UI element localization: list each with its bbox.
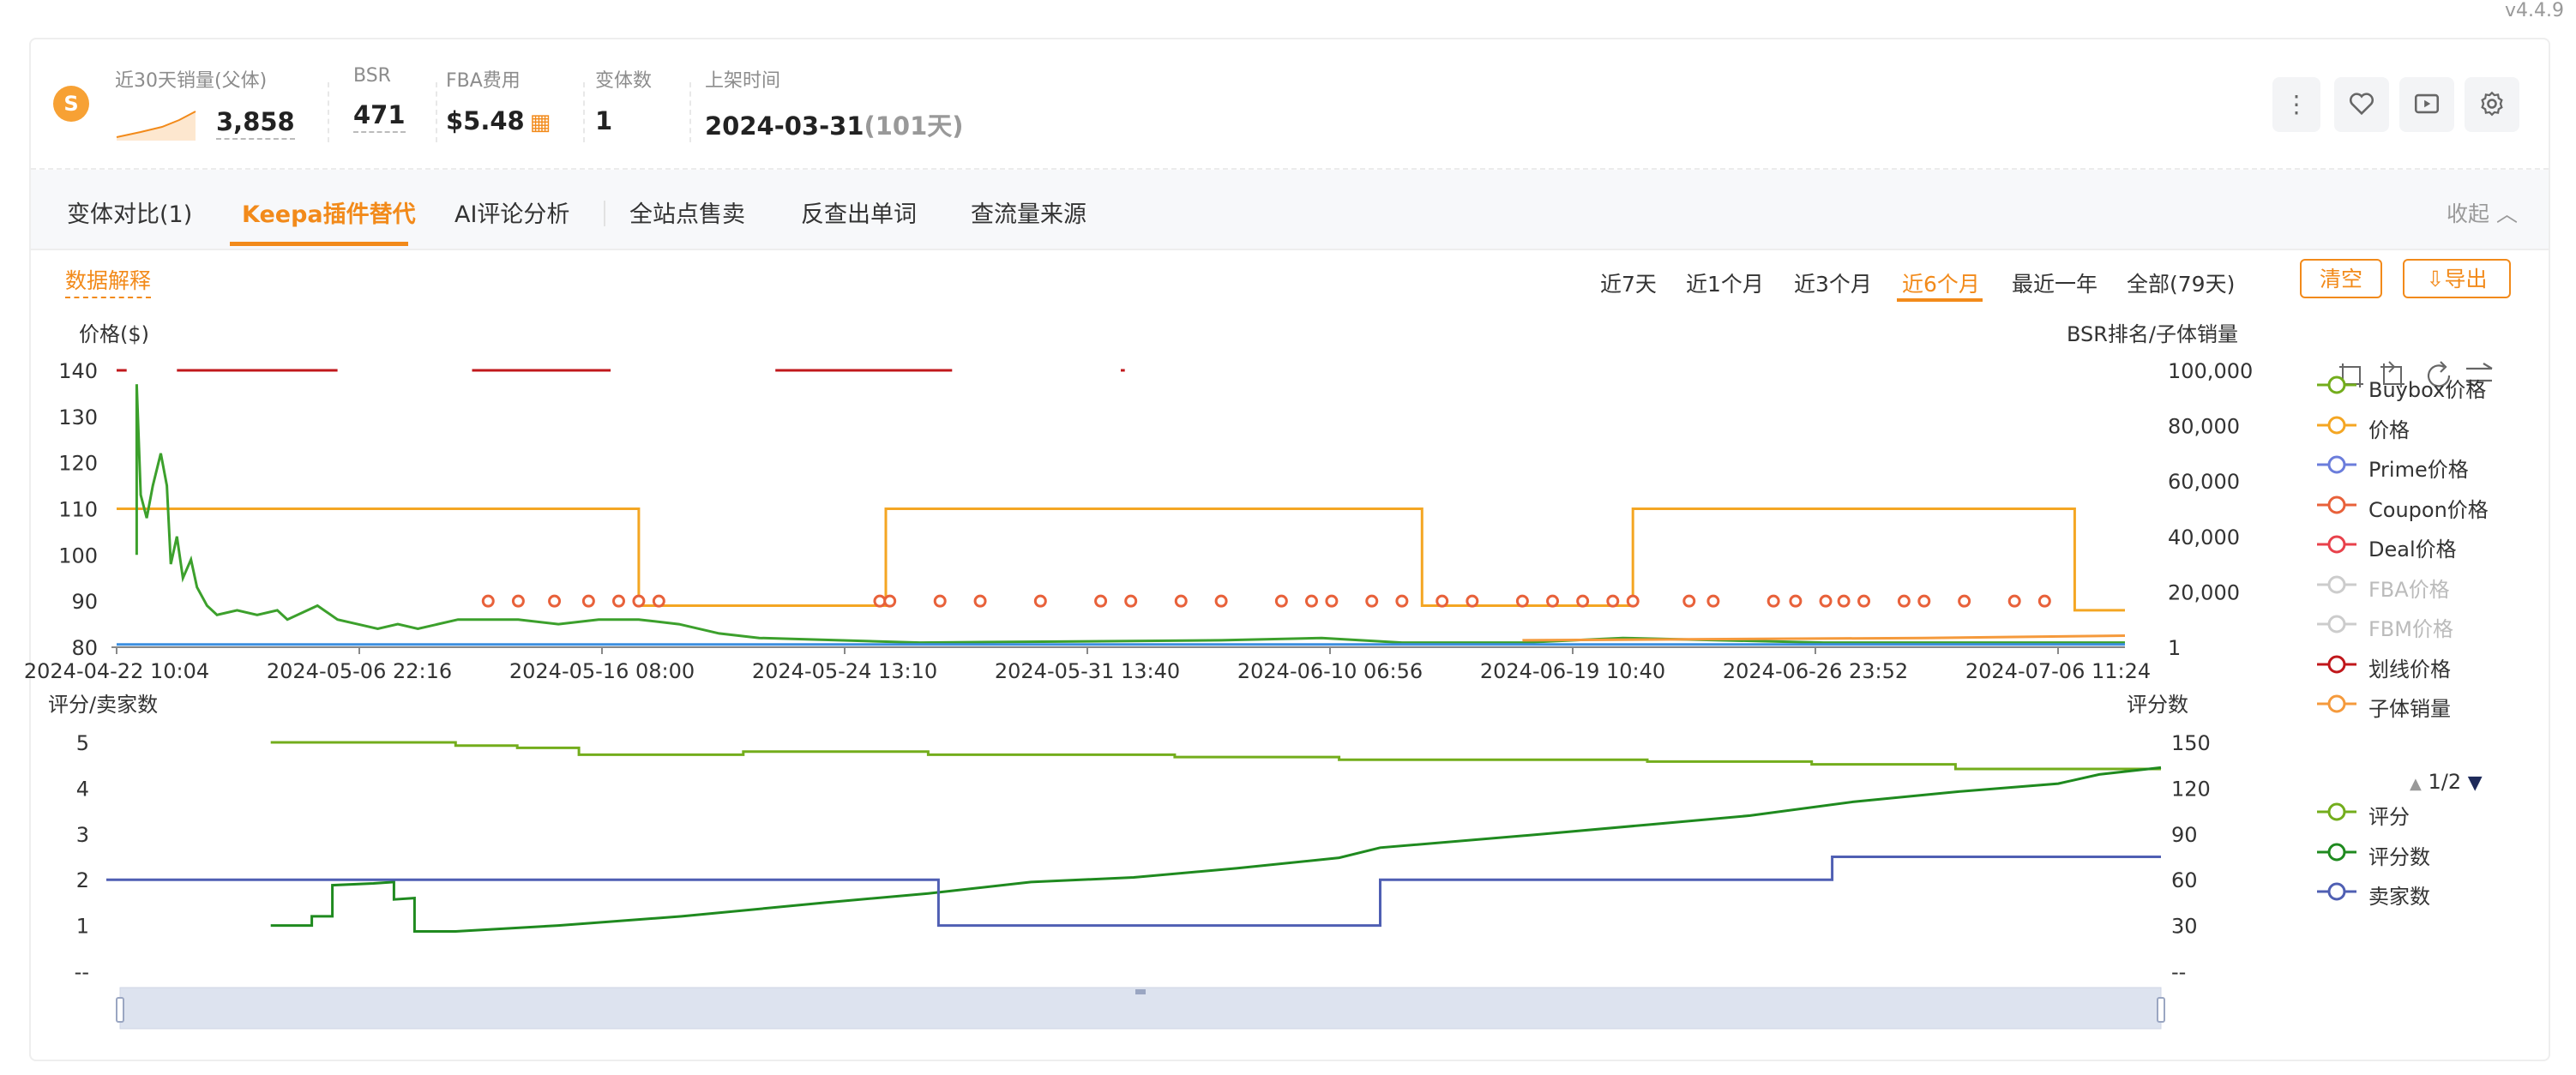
coupon-point [973, 594, 987, 608]
keepa-chart: 价格($) BSR排名/子体销量1401301201101009080100,00… [24, 322, 2253, 1030]
coupon-point [1094, 594, 1108, 608]
coupon-point [511, 594, 525, 608]
x-tick-label: 2024-06-19 10:40 [1480, 659, 1665, 683]
y-tick-label: 120 [58, 452, 98, 476]
coupon-point [1124, 594, 1138, 608]
y-tick-label: 5 [76, 731, 89, 755]
coupon-point [1857, 594, 1871, 608]
coupon-point [1466, 594, 1479, 608]
y-tick-label: 130 [58, 405, 98, 429]
coupon-point [1576, 594, 1590, 608]
coupon-point [1435, 594, 1449, 608]
x-tick-label: 2024-04-22 10:04 [24, 659, 209, 683]
y-tick-label: 1 [76, 915, 89, 939]
coupon-point [1837, 594, 1851, 608]
coupon-point [873, 594, 887, 608]
y-tick-label: 3 [76, 823, 89, 847]
coupon-point [1897, 594, 1911, 608]
coupon-point [1304, 594, 1318, 608]
coupon-point [1626, 594, 1640, 608]
y-tick-label: 4 [76, 777, 89, 801]
y-tick-label: 140 [58, 359, 98, 383]
coupon-point [1174, 594, 1188, 608]
y-axis-title: 评分/卖家数 [48, 693, 158, 717]
coupon-point [883, 594, 897, 608]
y-axis-title: 价格($) [79, 322, 149, 346]
coupon-point [581, 594, 595, 608]
coupon-point [1274, 594, 1288, 608]
y2-tick-label: 150 [2171, 731, 2211, 755]
y-tick-label: 2 [76, 868, 89, 892]
x-tick-label: 2024-05-06 22:16 [267, 659, 452, 683]
y-tick-label: -- [75, 960, 89, 984]
y2-tick-label: 60,000 [2168, 470, 2240, 494]
y2-tick-label: 90 [2171, 823, 2198, 847]
y2-tick-label: 40,000 [2168, 525, 2240, 550]
coupon-point [1819, 594, 1833, 608]
y2-tick-label: -- [2171, 960, 2186, 984]
y-tick-label: 100 [58, 544, 98, 568]
coupon-point [1325, 594, 1339, 608]
coupon-point [1214, 594, 1228, 608]
y2-axis-title: 评分数 [2127, 693, 2188, 717]
y2-axis-title: BSR排名/子体销量 [2067, 322, 2238, 346]
coupon-point [1365, 594, 1379, 608]
y2-tick-label: 1 [2168, 636, 2181, 660]
y2-tick-label: 120 [2171, 777, 2211, 801]
coupon-point [2007, 594, 2021, 608]
coupon-point [2037, 594, 2051, 608]
coupon-point [612, 594, 625, 608]
coupon-point [652, 594, 665, 608]
x-tick-label: 2024-07-06 11:24 [1965, 659, 2151, 683]
coupon-point [1917, 594, 1931, 608]
y-tick-label: 110 [58, 498, 98, 522]
y2-tick-label: 80,000 [2168, 415, 2240, 439]
y2-tick-label: 30 [2171, 915, 2198, 939]
y-tick-label: 90 [71, 590, 98, 614]
slider-grip-icon [1135, 989, 1146, 994]
x-tick-label: 2024-05-31 13:40 [995, 659, 1180, 683]
slider-handle-right [2157, 997, 2165, 1023]
slider-handle-left [116, 997, 124, 1023]
coupon-point [1033, 594, 1047, 608]
series-评分数 [270, 766, 2162, 933]
coupon-point [1789, 594, 1803, 608]
coupon-point [1706, 594, 1720, 608]
coupon-point [1515, 594, 1529, 608]
coupon-point [1546, 594, 1560, 608]
y2-tick-label: 20,000 [2168, 580, 2240, 604]
coupon-point [1682, 594, 1696, 608]
coupon-point [481, 594, 495, 608]
coupon-point [933, 594, 947, 608]
coupon-point [632, 594, 646, 608]
coupon-point [1958, 594, 1971, 608]
x-tick-label: 2024-05-16 08:00 [509, 659, 695, 683]
coupon-point [1395, 594, 1409, 608]
series-评分 [270, 741, 2161, 771]
x-tick-label: 2024-06-26 23:52 [1723, 659, 1908, 683]
x-tick-label: 2024-06-10 06:56 [1237, 659, 1423, 683]
y2-tick-label: 60 [2171, 868, 2198, 892]
y-tick-label: 80 [71, 636, 98, 660]
coupon-point [1766, 594, 1780, 608]
y2-tick-label: 100,000 [2168, 359, 2253, 383]
coupon-point [548, 594, 562, 608]
coupon-point [1606, 594, 1620, 608]
x-tick-label: 2024-05-24 13:10 [752, 659, 937, 683]
